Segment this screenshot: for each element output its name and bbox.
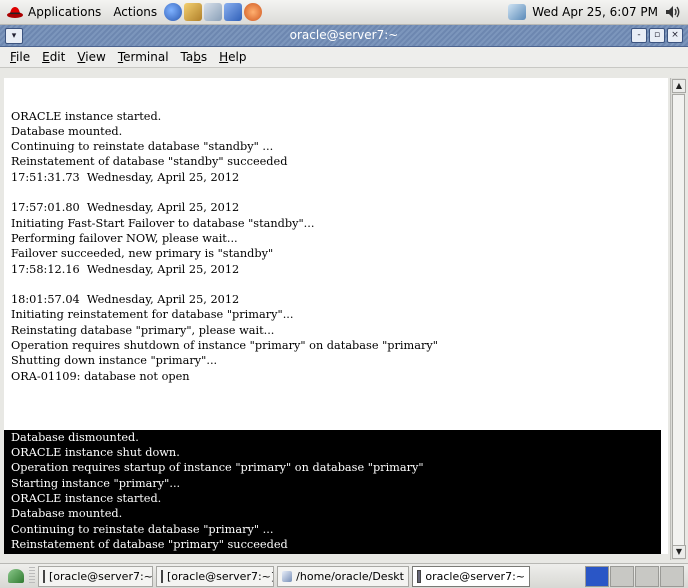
taskbar-item-label: [oracle@server7:~] bbox=[49, 569, 153, 583]
menu-edit[interactable]: Edit bbox=[36, 50, 71, 64]
terminal-line: 17:57:01.80 Wednesday, April 25, 2012 bbox=[11, 201, 240, 215]
menu-terminal[interactable]: Terminal bbox=[112, 50, 175, 64]
terminal-line: 17:58:12.16 Wednesday, April 25, 2012 bbox=[11, 262, 240, 276]
taskbar-item-file-browser[interactable]: /home/oracle/Deskt bbox=[277, 565, 409, 587]
taskbar-item-label: oracle@server7:~ bbox=[425, 569, 525, 583]
terminal-line: Failover succeeded, new primary is "stan… bbox=[11, 247, 274, 261]
terminal-line: Reinstatement of database "standby" succ… bbox=[11, 155, 288, 169]
terminal-line: Initiating reinstatement for database "p… bbox=[11, 308, 294, 322]
terminal-line: ORACLE instance started. bbox=[11, 109, 162, 123]
notification-icon[interactable] bbox=[508, 4, 527, 20]
terminal-line: Operation requires startup of instance "… bbox=[11, 461, 424, 475]
terminal-icon bbox=[161, 569, 163, 583]
web-browser-icon[interactable] bbox=[164, 3, 183, 21]
scroll-thumb[interactable] bbox=[672, 94, 685, 546]
actions-menu-label: Actions bbox=[113, 5, 158, 19]
taskbar-item-label: /home/oracle/Deskt bbox=[296, 569, 404, 583]
menu-tabs[interactable]: Tabs bbox=[175, 50, 214, 64]
mail-icon[interactable] bbox=[184, 3, 203, 21]
workspace-3[interactable] bbox=[635, 565, 659, 587]
actions-menu[interactable]: Actions bbox=[107, 0, 163, 24]
terminal-line: Continuing to reinstate database "primar… bbox=[11, 522, 274, 536]
terminal-line: ORACLE instance started. bbox=[11, 492, 162, 506]
terminal-line: Reinstatement of database "primary" succ… bbox=[11, 537, 288, 551]
terminal-line: Operation requires shutdown of instance … bbox=[11, 339, 438, 353]
minimize-button[interactable]: - bbox=[631, 28, 647, 43]
presentation-icon[interactable] bbox=[244, 3, 263, 21]
terminal-line: Database dismounted. bbox=[11, 430, 139, 444]
terminal-line: 18:01:57.04 Wednesday, April 25, 2012 bbox=[11, 293, 240, 307]
scroll-up-icon[interactable]: ▲ bbox=[672, 79, 686, 93]
clock[interactable]: Wed Apr 25, 6:07 PM bbox=[532, 5, 658, 19]
menu-view[interactable]: View bbox=[71, 50, 111, 64]
show-desktop-icon[interactable] bbox=[8, 569, 24, 583]
workspace-switcher bbox=[584, 565, 684, 587]
taskbar-item-terminal-active[interactable]: oracle@server7:~ bbox=[412, 565, 530, 587]
scroll-down-icon[interactable]: ▼ bbox=[672, 545, 686, 559]
terminal-line: Performing failover NOW, please wait... bbox=[11, 231, 238, 245]
workspace-1[interactable] bbox=[585, 565, 609, 587]
terminal-line: 18:04:59.64 Wednesday, April 25, 2012 bbox=[11, 552, 661, 554]
volume-icon[interactable] bbox=[664, 4, 682, 20]
terminal-lines: ORACLE instance started. Database mounted… bbox=[4, 109, 668, 400]
window-title: oracle@server7:~ bbox=[289, 28, 399, 42]
terminal-line: ORA-01109: database not open bbox=[11, 369, 190, 383]
terminal-icon bbox=[417, 569, 422, 583]
redhat-logo-icon bbox=[7, 7, 23, 18]
window-titlebar[interactable]: ▾ oracle@server7:~ - ▫ × bbox=[0, 25, 688, 47]
taskbar-item-label: [oracle@server7:~] bbox=[167, 569, 274, 583]
panel-separator bbox=[29, 567, 35, 585]
menu-file[interactable]: File bbox=[4, 50, 36, 64]
terminal-line: Database mounted. bbox=[11, 124, 123, 138]
menu-help[interactable]: Help bbox=[213, 50, 252, 64]
taskbar-item-terminal-1[interactable]: [oracle@server7:~] bbox=[38, 565, 153, 587]
workspace-4[interactable] bbox=[660, 565, 684, 587]
workspace-2[interactable] bbox=[610, 565, 634, 587]
terminal-line: 17:51:31.73 Wednesday, April 25, 2012 bbox=[11, 170, 240, 184]
terminal-output[interactable]: ORACLE instance started. Database mounted… bbox=[4, 78, 668, 554]
taskbar-item-terminal-2[interactable]: [oracle@server7:~] bbox=[156, 565, 274, 587]
menubar: File Edit View Terminal Tabs Help bbox=[0, 47, 688, 68]
applications-menu-label: Applications bbox=[28, 5, 102, 19]
terminal-line: ORACLE instance shut down. bbox=[11, 446, 180, 460]
terminal-line: Database mounted. bbox=[11, 507, 123, 521]
terminal-line: Starting instance "primary"... bbox=[11, 476, 181, 490]
file-browser-icon bbox=[282, 570, 293, 582]
terminal-line: Initiating Fast-Start Failover to databa… bbox=[11, 216, 315, 230]
close-button[interactable]: × bbox=[667, 28, 683, 43]
terminal-scrollbar[interactable]: ▲ ▼ bbox=[670, 78, 686, 560]
terminal-selection[interactable]: Database dismounted. ORACLE instance shut… bbox=[4, 429, 661, 554]
applications-menu[interactable]: Applications bbox=[0, 0, 107, 24]
terminal-line: Reinstating database "primary", please w… bbox=[11, 323, 275, 337]
top-panel: Applications Actions Wed Apr 25, 6:07 PM bbox=[0, 0, 688, 25]
bottom-taskbar: [oracle@server7:~] [oracle@server7:~] /h… bbox=[0, 563, 688, 588]
terminal-line: Continuing to reinstate database "standb… bbox=[11, 140, 274, 154]
terminal-line: Shutting down instance "primary"... bbox=[11, 354, 218, 368]
maximize-button[interactable]: ▫ bbox=[649, 28, 665, 43]
office-icon[interactable] bbox=[224, 3, 243, 21]
terminal-icon bbox=[43, 569, 45, 583]
network-icon[interactable] bbox=[204, 3, 223, 21]
